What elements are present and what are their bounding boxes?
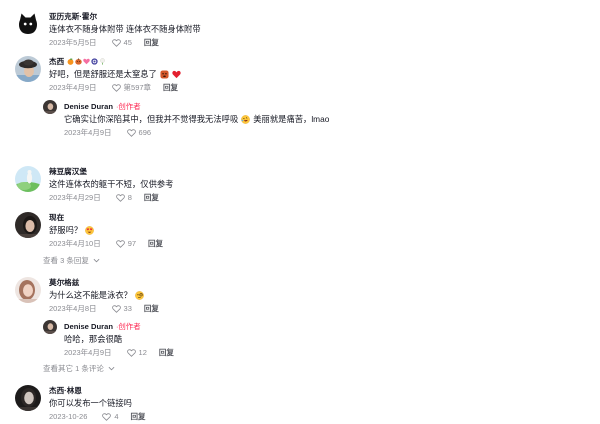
comment-author[interactable]: 杰西 (49, 55, 64, 68)
b-button-emoji-icon (91, 58, 98, 65)
heart-eyes-emoji-icon (85, 226, 95, 235)
sparkling-heart-emoji-icon (83, 58, 90, 65)
heart-icon[interactable] (126, 128, 136, 137)
heart-icon[interactable] (111, 38, 121, 47)
comment-item: 杰西·林恩 你可以发布一个链接吗 2023-10-26 4 回复 (15, 384, 585, 424)
comment-date: 2023年4月8日 (49, 304, 97, 313)
reply-author[interactable]: Denise Duran (64, 320, 113, 333)
view-replies-label: 查看 3 条回复 (43, 256, 89, 265)
heart-icon[interactable] (111, 83, 121, 92)
view-more-comments-button[interactable]: 查看其它 1 条评论 (43, 362, 115, 375)
red-heart-emoji-icon (172, 70, 181, 79)
heart-icon[interactable] (102, 412, 112, 421)
reply-button[interactable]: 回复 (144, 36, 159, 49)
comment-text: 舒服吗？ (49, 225, 83, 235)
reply-author[interactable]: Denise Duran (64, 100, 113, 113)
like-button[interactable]: 696 (126, 126, 152, 139)
reply-button[interactable]: 回复 (131, 410, 146, 423)
user-photo-avatar[interactable] (15, 56, 41, 82)
reply-item: Denise Duran ·创作者 哈哈，那会很酷 2023年4月9日 12 回… (43, 320, 583, 360)
view-more-label: 查看其它 1 条评论 (43, 364, 104, 373)
like-count: 45 (123, 38, 132, 47)
white-flower-emoji-icon (99, 58, 106, 65)
comment-item: 现在 舒服吗？ 2023年4月10日 97 回复 (15, 211, 585, 251)
comment-item: 莫尔格兹 为什么这不能是泳衣？ 2023年4月8日 33 回复 (15, 276, 585, 316)
like-button[interactable]: 4 (102, 410, 119, 423)
reply-button[interactable]: 回复 (148, 237, 163, 250)
reply-text-continued: 美丽就是痛苦，lmao (253, 114, 330, 124)
like-button[interactable]: 97 (115, 237, 137, 250)
reply-button[interactable]: 回复 (163, 81, 178, 94)
reply-date: 2023年4月9日 (64, 128, 112, 137)
reply-text: 它确实让你深陷其中，但我并不觉得我无法呼吸 (64, 114, 239, 124)
comment-author[interactable]: 莫尔格兹 (49, 276, 79, 289)
reply-text: 哈哈，那会很酷 (64, 334, 123, 344)
reply-date: 2023年4月9日 (64, 348, 112, 357)
reply-button[interactable]: 回复 (159, 346, 174, 359)
comment-text: 好吧，但是舒服还是太窒息了 (49, 69, 157, 79)
comment-item: 辣豆腐汉堡 这件连体衣的躯干不短，仅供参考 2023年4月29日 8 回复 (15, 165, 585, 205)
like-count: 33 (123, 304, 132, 313)
heart-icon[interactable] (111, 304, 121, 313)
like-count: 696 (138, 128, 152, 137)
comment-date: 2023年4月9日 (49, 83, 97, 92)
like-button[interactable]: 8 (115, 191, 132, 204)
creator-badge: ·创作者 (115, 102, 141, 111)
comment-text: 连体衣不随身体附带 连体衣不随身体附带 (49, 24, 201, 34)
heart-icon[interactable] (126, 348, 136, 357)
like-count: 第597章 (123, 83, 152, 92)
comment-text: 你可以发布一个链接吗 (49, 398, 132, 408)
reply-button[interactable]: 回复 (144, 191, 159, 204)
like-button[interactable]: 12 (126, 346, 147, 359)
monocle-face-emoji-icon (135, 291, 144, 300)
user-photo-avatar[interactable] (15, 212, 41, 238)
user-photo-avatar[interactable] (43, 320, 57, 334)
user-photo-avatar[interactable] (15, 166, 41, 192)
chevron-down-icon (93, 258, 100, 263)
comment-date: 2023年4月29日 (49, 193, 101, 202)
comment-author[interactable]: 亚历克斯·霍尔 (49, 10, 97, 23)
user-photo-avatar[interactable] (15, 277, 41, 303)
user-photo-avatar[interactable] (43, 100, 57, 114)
comment-item: 亚历克斯·霍尔 连体衣不随身体附带 连体衣不随身体附带 2023年5月5日 45… (15, 10, 585, 50)
comment-section: 亚历克斯·霍尔 连体衣不随身体附带 连体衣不随身体附带 2023年5月5日 45… (0, 0, 600, 424)
tangerine-emoji-icon (67, 58, 74, 65)
comment-text: 为什么这不能是泳衣？ (49, 290, 132, 300)
comment-author[interactable]: 辣豆腐汉堡 (49, 165, 87, 178)
like-count: 12 (138, 348, 147, 357)
comment-author[interactable]: 杰西·林恩 (49, 384, 82, 397)
like-count: 8 (127, 193, 132, 202)
comment-text: 这件连体衣的躯干不短，仅供参考 (49, 179, 174, 189)
view-replies-button[interactable]: 查看 3 条回复 (43, 254, 100, 267)
rolling-laughing-emoji-icon (241, 115, 251, 124)
like-button[interactable]: 45 (111, 36, 132, 49)
reply-button[interactable]: 回复 (144, 302, 159, 315)
black-cat-avatar[interactable] (15, 11, 41, 37)
pumpkin-emoji-icon (75, 58, 82, 65)
like-count: 4 (114, 412, 119, 421)
like-button[interactable]: 第597章 (111, 81, 152, 94)
heart-icon[interactable] (115, 239, 125, 248)
comment-date: 2023-10-26 (49, 412, 88, 421)
like-button[interactable]: 33 (111, 302, 132, 315)
reply-item: Denise Duran ·创作者 它确实让你深陷其中，但我并不觉得我无法呼吸 … (43, 100, 583, 140)
user-photo-avatar[interactable] (15, 385, 41, 411)
hot-face-emoji-icon (160, 70, 169, 79)
heart-icon[interactable] (115, 193, 125, 202)
creator-badge: ·创作者 (115, 322, 141, 331)
chevron-down-icon (108, 366, 115, 371)
comment-date: 2023年5月5日 (49, 38, 97, 47)
like-count: 97 (127, 239, 137, 248)
comment-author[interactable]: 现在 (49, 211, 64, 224)
comment-item: 杰西 好吧，但是舒服还是太窒息了 2023年4月9日 第597章 回复 (15, 55, 585, 95)
comment-date: 2023年4月10日 (49, 239, 101, 248)
